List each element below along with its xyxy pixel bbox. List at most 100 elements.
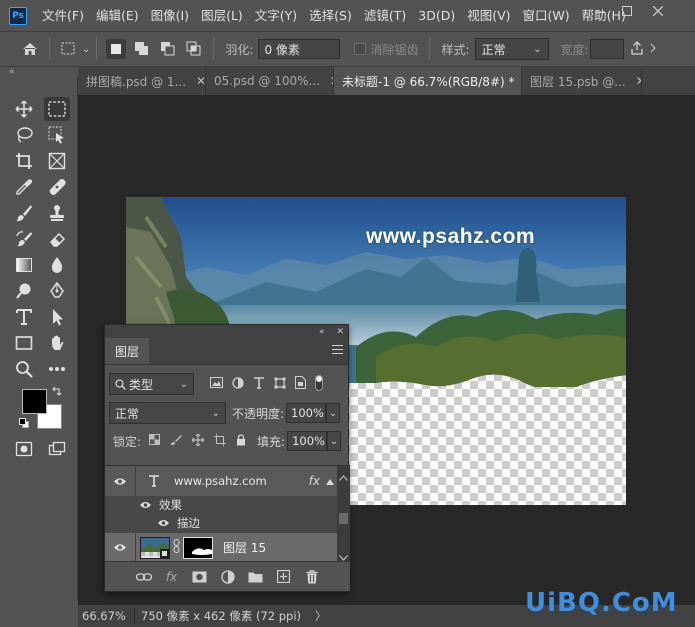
filter-kind-select[interactable]: 类型 ⌄ (109, 373, 194, 395)
menu-window[interactable]: 窗口(W) (517, 0, 576, 31)
menu-layer[interactable]: 图层(L) (195, 0, 249, 31)
object-selection-tool-icon[interactable] (44, 123, 70, 147)
lock-transparent-icon[interactable] (149, 434, 161, 448)
layer-effects-fx-icon[interactable]: fx (309, 474, 320, 488)
collapse-panel-icon[interactable]: « (319, 327, 325, 337)
menu-view[interactable]: 视图(V) (461, 0, 516, 31)
scroll-up-icon[interactable] (339, 470, 348, 484)
history-brush-tool-icon[interactable] (11, 227, 37, 251)
home-icon[interactable] (20, 39, 40, 59)
tab-layers[interactable]: 图层 (105, 338, 150, 364)
stroke-visibility-eye-icon[interactable] (105, 519, 170, 527)
fill-dropdown[interactable]: ⌄ (327, 431, 342, 451)
add-layer-style-fx-icon[interactable]: fx (163, 568, 181, 586)
minimize-icon[interactable] (587, 0, 613, 22)
share-icon[interactable] (630, 40, 644, 58)
frame-tool-icon[interactable] (44, 149, 70, 173)
layer-mask-thumbnail[interactable] (183, 536, 213, 559)
fill-input[interactable]: 100% (287, 431, 328, 451)
new-layer-icon[interactable] (275, 568, 293, 586)
layer-row-image[interactable]: 图层 15 (105, 533, 337, 562)
effects-visibility-eye-icon[interactable] (105, 501, 152, 509)
add-to-selection-icon[interactable] (132, 39, 152, 59)
filter-shape-icon[interactable] (274, 377, 286, 392)
layer-name[interactable]: 图层 15 (223, 539, 266, 556)
crop-tool-icon[interactable] (11, 149, 37, 173)
effects-group-row[interactable]: 效果 (105, 496, 337, 514)
blend-mode-select[interactable]: 正常 ⌄ (109, 402, 226, 424)
menu-edit[interactable]: 编辑(E) (90, 0, 145, 31)
maximize-icon[interactable] (614, 0, 640, 22)
opacity-dropdown[interactable]: ⌄ (326, 403, 341, 423)
layer-name[interactable]: www.psahz.com (174, 474, 267, 488)
tab-document-3[interactable]: 未标题-1 @ 66.7%(RGB/8#) * ✕ (334, 67, 522, 95)
type-tool-icon[interactable] (11, 305, 37, 329)
hand-tool-icon[interactable] (44, 331, 70, 355)
scroll-thumb[interactable] (339, 513, 348, 524)
rectangle-tool-icon[interactable] (11, 331, 37, 355)
collapse-panel-icon[interactable]: « (0, 67, 78, 77)
menu-image[interactable]: 图像(I) (145, 0, 195, 31)
chevron-right-icon[interactable] (650, 42, 656, 56)
brush-tool-icon[interactable] (11, 201, 37, 225)
more-tools-icon[interactable] (44, 357, 70, 381)
screen-mode-icon[interactable] (44, 437, 70, 461)
close-icon[interactable]: ✕ (636, 74, 641, 88)
rectangular-marquee-tool-icon[interactable] (44, 97, 70, 121)
filter-pixel-icon[interactable] (210, 377, 223, 391)
adjustment-layer-icon[interactable] (219, 568, 237, 586)
foreground-color-swatch[interactable] (22, 389, 47, 414)
close-panel-icon[interactable]: ✕ (336, 327, 344, 337)
close-window-icon[interactable] (645, 0, 671, 22)
style-select[interactable]: 正常 ⌄ (474, 38, 549, 60)
feather-input[interactable]: 0 像素 (258, 39, 341, 59)
document-info[interactable]: 750 像素 x 462 像素 (72 ppi) (141, 608, 301, 624)
filter-adjustment-icon[interactable] (232, 376, 244, 392)
pen-tool-icon[interactable] (44, 279, 70, 303)
dodge-tool-icon[interactable] (11, 279, 37, 303)
lock-position-icon[interactable] (191, 433, 205, 449)
filter-smart-object-icon[interactable] (295, 376, 306, 392)
menu-file[interactable]: 文件(F) (36, 0, 90, 31)
spot-healing-brush-tool-icon[interactable] (44, 175, 70, 199)
zoom-tool-icon[interactable] (11, 357, 37, 381)
add-mask-icon[interactable] (191, 568, 209, 586)
intersect-selection-icon[interactable] (184, 39, 204, 59)
clone-stamp-tool-icon[interactable] (44, 201, 70, 225)
blur-tool-icon[interactable] (44, 253, 70, 277)
new-group-folder-icon[interactable] (247, 568, 265, 586)
move-tool-icon[interactable] (11, 97, 37, 121)
lock-pixels-icon[interactable] (170, 434, 183, 449)
tab-document-2[interactable]: 05.psd @ 100%... ✕ (206, 67, 334, 95)
lock-all-icon[interactable] (236, 433, 246, 449)
opacity-input[interactable]: 100% (286, 403, 327, 423)
menu-3d[interactable]: 3D(D) (412, 0, 461, 31)
collapse-effects-icon[interactable] (326, 474, 334, 488)
marquee-preset-icon[interactable] (59, 39, 79, 59)
link-layers-icon[interactable] (135, 568, 153, 586)
path-selection-tool-icon[interactable] (44, 305, 70, 329)
width-input[interactable] (589, 39, 624, 59)
lock-artboard-icon[interactable] (214, 433, 227, 449)
zoom-level[interactable]: 66.67% (82, 609, 134, 623)
menu-type[interactable]: 文字(Y) (249, 0, 303, 31)
status-menu-arrow-icon[interactable]: 〉 (315, 608, 327, 624)
layer-row-text[interactable]: www.psahz.com fx (105, 466, 337, 496)
filter-type-icon[interactable] (253, 376, 265, 392)
filter-toggle-icon[interactable] (315, 374, 323, 394)
layer-list-scrollbar[interactable] (337, 466, 350, 562)
eraser-tool-icon[interactable] (44, 227, 70, 251)
quick-mask-icon[interactable] (11, 437, 37, 461)
antialias-checkbox[interactable] (354, 43, 367, 55)
panel-menu-icon[interactable] (332, 345, 343, 356)
lasso-tool-icon[interactable] (11, 123, 37, 147)
stroke-effect-row[interactable]: 描边 (105, 514, 337, 532)
delete-layer-trash-icon[interactable] (303, 568, 321, 586)
mask-link-icon[interactable] (173, 539, 180, 556)
swap-colors-icon[interactable] (52, 385, 62, 399)
visibility-eye-icon[interactable] (105, 477, 135, 486)
new-selection-icon[interactable] (106, 39, 127, 59)
chevron-down-icon[interactable]: ⌄ (82, 44, 90, 55)
menu-filter[interactable]: 滤镜(T) (358, 0, 412, 31)
tab-document-4[interactable]: 图层 15.psb @... ✕ (522, 67, 642, 95)
